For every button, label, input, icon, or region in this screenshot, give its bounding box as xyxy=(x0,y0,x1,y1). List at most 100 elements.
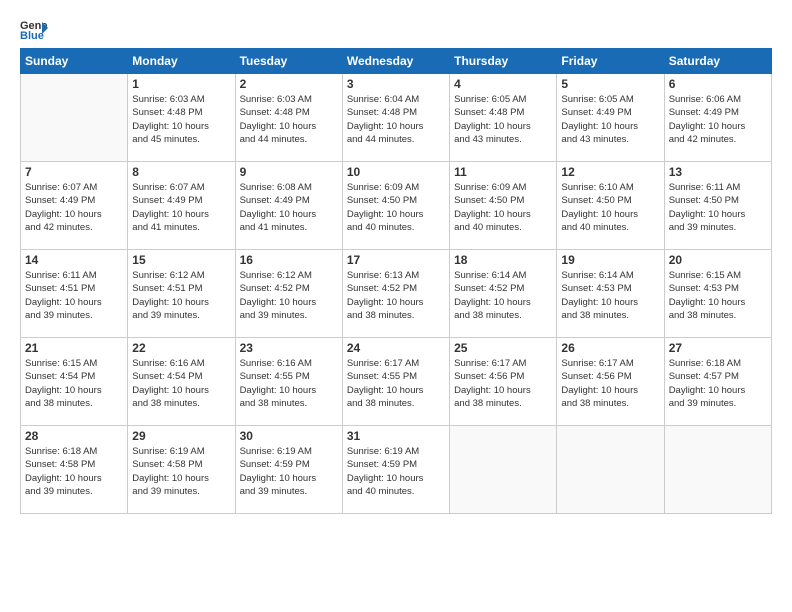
day-number: 31 xyxy=(347,429,445,443)
day-number: 24 xyxy=(347,341,445,355)
day-number: 19 xyxy=(561,253,659,267)
day-info: Sunrise: 6:15 AM Sunset: 4:53 PM Dayligh… xyxy=(669,269,767,322)
svg-text:Blue: Blue xyxy=(20,30,44,40)
day-info: Sunrise: 6:19 AM Sunset: 4:59 PM Dayligh… xyxy=(347,445,445,498)
day-info: Sunrise: 6:11 AM Sunset: 4:51 PM Dayligh… xyxy=(25,269,123,322)
day-number: 25 xyxy=(454,341,552,355)
calendar-cell: 17 Sunrise: 6:13 AM Sunset: 4:52 PM Dayli… xyxy=(342,250,449,338)
day-info: Sunrise: 6:09 AM Sunset: 4:50 PM Dayligh… xyxy=(347,181,445,234)
day-number: 5 xyxy=(561,77,659,91)
calendar-cell: 28 Sunrise: 6:18 AM Sunset: 4:58 PM Dayli… xyxy=(21,426,128,514)
week-row-0: 1 Sunrise: 6:03 AM Sunset: 4:48 PM Daylig… xyxy=(21,74,772,162)
week-row-4: 28 Sunrise: 6:18 AM Sunset: 4:58 PM Dayli… xyxy=(21,426,772,514)
day-number: 10 xyxy=(347,165,445,179)
day-number: 29 xyxy=(132,429,230,443)
week-row-1: 7 Sunrise: 6:07 AM Sunset: 4:49 PM Daylig… xyxy=(21,162,772,250)
day-info: Sunrise: 6:05 AM Sunset: 4:48 PM Dayligh… xyxy=(454,93,552,146)
day-number: 21 xyxy=(25,341,123,355)
page: General Blue SundayMondayTuesdayWednesda… xyxy=(0,0,792,612)
day-number: 20 xyxy=(669,253,767,267)
calendar-cell: 27Sunrise: 6:18 AM Sunset: 4:57 PM Dayli… xyxy=(664,338,771,426)
weekday-header-friday: Friday xyxy=(557,49,664,74)
day-info: Sunrise: 6:10 AM Sunset: 4:50 PM Dayligh… xyxy=(561,181,659,234)
day-number: 4 xyxy=(454,77,552,91)
weekday-header-row: SundayMondayTuesdayWednesdayThursdayFrid… xyxy=(21,49,772,74)
day-info: Sunrise: 6:08 AM Sunset: 4:49 PM Dayligh… xyxy=(240,181,338,234)
calendar-cell: 13 Sunrise: 6:11 AM Sunset: 4:50 PM Dayli… xyxy=(664,162,771,250)
day-info: Sunrise: 6:17 AM Sunset: 4:56 PM Dayligh… xyxy=(561,357,659,410)
day-info: Sunrise: 6:14 AM Sunset: 4:53 PM Dayligh… xyxy=(561,269,659,322)
calendar-cell: 31 Sunrise: 6:19 AM Sunset: 4:59 PM Dayli… xyxy=(342,426,449,514)
calendar-cell: 16 Sunrise: 6:12 AM Sunset: 4:52 PM Dayli… xyxy=(235,250,342,338)
day-number: 2 xyxy=(240,77,338,91)
day-info: Sunrise: 6:15 AM Sunset: 4:54 PM Dayligh… xyxy=(25,357,123,410)
calendar-cell: 24 Sunrise: 6:17 AM Sunset: 4:55 PM Dayli… xyxy=(342,338,449,426)
day-number: 22 xyxy=(132,341,230,355)
day-number: 30 xyxy=(240,429,338,443)
day-info: Sunrise: 6:12 AM Sunset: 4:51 PM Dayligh… xyxy=(132,269,230,322)
day-info: Sunrise: 6:18 AM Sunset: 4:58 PM Dayligh… xyxy=(25,445,123,498)
day-number: 7 xyxy=(25,165,123,179)
day-number: 1 xyxy=(132,77,230,91)
day-info: Sunrise: 6:11 AM Sunset: 4:50 PM Dayligh… xyxy=(669,181,767,234)
weekday-header-wednesday: Wednesday xyxy=(342,49,449,74)
day-info: Sunrise: 6:13 AM Sunset: 4:52 PM Dayligh… xyxy=(347,269,445,322)
day-number: 11 xyxy=(454,165,552,179)
calendar-cell: 11Sunrise: 6:09 AM Sunset: 4:50 PM Dayli… xyxy=(450,162,557,250)
calendar-cell: 8 Sunrise: 6:07 AM Sunset: 4:49 PM Daylig… xyxy=(128,162,235,250)
calendar-cell xyxy=(557,426,664,514)
header: General Blue xyxy=(20,18,772,40)
weekday-header-tuesday: Tuesday xyxy=(235,49,342,74)
calendar-cell: 19 Sunrise: 6:14 AM Sunset: 4:53 PM Dayli… xyxy=(557,250,664,338)
day-number: 8 xyxy=(132,165,230,179)
calendar-cell: 30 Sunrise: 6:19 AM Sunset: 4:59 PM Dayli… xyxy=(235,426,342,514)
calendar-cell: 21 Sunrise: 6:15 AM Sunset: 4:54 PM Dayli… xyxy=(21,338,128,426)
day-info: Sunrise: 6:17 AM Sunset: 4:56 PM Dayligh… xyxy=(454,357,552,410)
calendar-cell: 23 Sunrise: 6:16 AM Sunset: 4:55 PM Dayli… xyxy=(235,338,342,426)
calendar-cell xyxy=(450,426,557,514)
day-info: Sunrise: 6:03 AM Sunset: 4:48 PM Dayligh… xyxy=(132,93,230,146)
day-number: 16 xyxy=(240,253,338,267)
day-info: Sunrise: 6:19 AM Sunset: 4:58 PM Dayligh… xyxy=(132,445,230,498)
calendar-cell: 12 Sunrise: 6:10 AM Sunset: 4:50 PM Dayli… xyxy=(557,162,664,250)
day-info: Sunrise: 6:19 AM Sunset: 4:59 PM Dayligh… xyxy=(240,445,338,498)
day-info: Sunrise: 6:17 AM Sunset: 4:55 PM Dayligh… xyxy=(347,357,445,410)
day-number: 13 xyxy=(669,165,767,179)
day-info: Sunrise: 6:12 AM Sunset: 4:52 PM Dayligh… xyxy=(240,269,338,322)
logo: General Blue xyxy=(20,18,52,40)
calendar-cell: 10 Sunrise: 6:09 AM Sunset: 4:50 PM Dayli… xyxy=(342,162,449,250)
calendar-cell: 14 Sunrise: 6:11 AM Sunset: 4:51 PM Dayli… xyxy=(21,250,128,338)
calendar-cell: 6Sunrise: 6:06 AM Sunset: 4:49 PM Daylig… xyxy=(664,74,771,162)
calendar-cell: 9Sunrise: 6:08 AM Sunset: 4:49 PM Daylig… xyxy=(235,162,342,250)
day-number: 3 xyxy=(347,77,445,91)
day-info: Sunrise: 6:06 AM Sunset: 4:49 PM Dayligh… xyxy=(669,93,767,146)
calendar-cell: 3 Sunrise: 6:04 AM Sunset: 4:48 PM Daylig… xyxy=(342,74,449,162)
calendar-cell: 1 Sunrise: 6:03 AM Sunset: 4:48 PM Daylig… xyxy=(128,74,235,162)
weekday-header-thursday: Thursday xyxy=(450,49,557,74)
calendar-cell xyxy=(21,74,128,162)
day-number: 28 xyxy=(25,429,123,443)
calendar: SundayMondayTuesdayWednesdayThursdayFrid… xyxy=(20,48,772,514)
calendar-cell: 2 Sunrise: 6:03 AM Sunset: 4:48 PM Daylig… xyxy=(235,74,342,162)
calendar-cell: 25 Sunrise: 6:17 AM Sunset: 4:56 PM Dayli… xyxy=(450,338,557,426)
day-number: 14 xyxy=(25,253,123,267)
day-info: Sunrise: 6:07 AM Sunset: 4:49 PM Dayligh… xyxy=(132,181,230,234)
calendar-cell: 15Sunrise: 6:12 AM Sunset: 4:51 PM Dayli… xyxy=(128,250,235,338)
logo-icon: General Blue xyxy=(20,18,48,40)
day-number: 17 xyxy=(347,253,445,267)
calendar-cell xyxy=(664,426,771,514)
day-info: Sunrise: 6:18 AM Sunset: 4:57 PM Dayligh… xyxy=(669,357,767,410)
day-info: Sunrise: 6:05 AM Sunset: 4:49 PM Dayligh… xyxy=(561,93,659,146)
day-number: 23 xyxy=(240,341,338,355)
week-row-3: 21 Sunrise: 6:15 AM Sunset: 4:54 PM Dayli… xyxy=(21,338,772,426)
weekday-header-saturday: Saturday xyxy=(664,49,771,74)
weekday-header-sunday: Sunday xyxy=(21,49,128,74)
day-info: Sunrise: 6:03 AM Sunset: 4:48 PM Dayligh… xyxy=(240,93,338,146)
calendar-cell: 20 Sunrise: 6:15 AM Sunset: 4:53 PM Dayli… xyxy=(664,250,771,338)
calendar-cell: 18Sunrise: 6:14 AM Sunset: 4:52 PM Dayli… xyxy=(450,250,557,338)
day-number: 18 xyxy=(454,253,552,267)
day-info: Sunrise: 6:04 AM Sunset: 4:48 PM Dayligh… xyxy=(347,93,445,146)
day-info: Sunrise: 6:16 AM Sunset: 4:55 PM Dayligh… xyxy=(240,357,338,410)
day-number: 12 xyxy=(561,165,659,179)
calendar-cell: 22Sunrise: 6:16 AM Sunset: 4:54 PM Dayli… xyxy=(128,338,235,426)
